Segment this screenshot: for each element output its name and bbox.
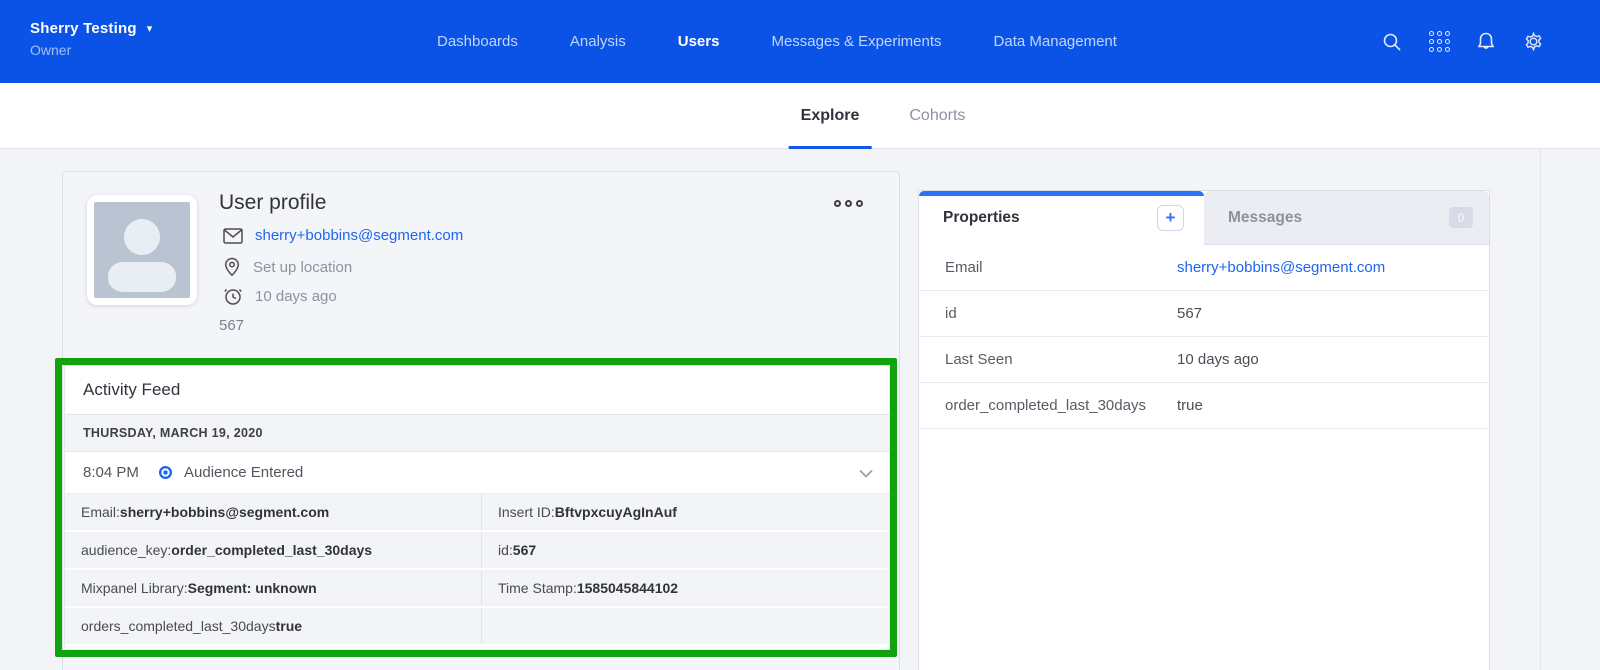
profile-last-seen-text: 10 days ago (255, 288, 337, 305)
nav-item-messages-experiments[interactable]: Messages & Experiments (771, 33, 941, 50)
profile-title: User profile (219, 191, 326, 215)
event-detail-cell (482, 608, 889, 644)
property-value: 10 days ago (1177, 351, 1259, 368)
detail-value: true (276, 618, 302, 634)
detail-label: Insert ID: (498, 504, 555, 520)
project-role: Owner (30, 42, 152, 58)
event-time: 8:04 PM (83, 464, 155, 481)
detail-label: orders_completed_last_30days (81, 618, 276, 634)
nav-icon-group (1381, 0, 1544, 83)
tab-messages-label: Messages (1228, 209, 1302, 227)
event-detail-cell: audience_key: order_completed_last_30day… (65, 532, 482, 568)
project-dropdown-caret-icon: ▾ (147, 23, 153, 35)
profile-email-link[interactable]: sherry+bobbins@segment.com (255, 227, 463, 244)
property-value: true (1177, 397, 1203, 414)
activity-event-row[interactable]: 8:04 PM Audience Entered (65, 452, 889, 494)
properties-tab-group: Properties + Messages 0 (919, 191, 1489, 245)
alarm-clock-icon (223, 286, 243, 306)
subtab-explore[interactable]: Explore (789, 83, 872, 149)
profile-location-row: Set up location (223, 257, 352, 277)
detail-label: Mixpanel Library: (81, 580, 188, 596)
detail-label: audience_key: (81, 542, 171, 558)
more-options-icon[interactable] (834, 200, 863, 207)
add-property-button[interactable]: + (1157, 205, 1184, 231)
content-area: User profile sherry+bobbins@segment.com … (0, 149, 1600, 670)
detail-value: 567 (513, 542, 536, 558)
subtab-label: Explore (801, 107, 860, 125)
event-detail-cell: id: 567 (482, 532, 889, 568)
notifications-icon[interactable] (1475, 31, 1497, 53)
property-key: Last Seen (945, 351, 1177, 368)
settings-icon[interactable] (1522, 31, 1544, 53)
event-name: Audience Entered (184, 464, 303, 481)
detail-value: 1585045844102 (577, 580, 678, 596)
detail-label: Time Stamp: (498, 580, 577, 596)
nav-item-dashboards[interactable]: Dashboards (437, 33, 518, 50)
detail-value: sherry+bobbins@segment.com (120, 504, 329, 520)
detail-label: id: (498, 542, 513, 558)
event-detail-cell: orders_completed_last_30daystrue (65, 608, 482, 644)
property-key: Email (945, 259, 1177, 276)
detail-value: order_completed_last_30days (171, 542, 372, 558)
page-tab-strip: Explore Cohorts (0, 83, 1600, 149)
messages-count-badge: 0 (1449, 207, 1473, 228)
detail-value: BftvpxcuyAgInAuf (555, 504, 677, 520)
event-detail-row: audience_key: order_completed_last_30day… (65, 532, 889, 568)
property-row: Emailsherry+bobbins@segment.com (919, 245, 1489, 291)
property-key: order_completed_last_30days (945, 397, 1177, 414)
property-value[interactable]: sherry+bobbins@segment.com (1177, 259, 1385, 276)
nav-item-users[interactable]: Users (678, 33, 720, 50)
event-dot-icon (159, 466, 172, 479)
event-detail-cell: Insert ID: BftvpxcuyAgInAuf (482, 494, 889, 530)
subtab-group: Explore Cohorts (789, 83, 978, 149)
subtab-cohorts[interactable]: Cohorts (897, 83, 977, 149)
search-icon[interactable] (1381, 31, 1403, 53)
envelope-icon (223, 228, 243, 244)
property-key: id (945, 305, 1177, 322)
location-pin-icon (223, 257, 241, 277)
avatar-placeholder-image (94, 202, 190, 298)
profile-last-seen-row: 10 days ago (223, 286, 337, 306)
nav-item-data-management[interactable]: Data Management (994, 33, 1117, 50)
apps-grid-icon[interactable] (1428, 31, 1450, 53)
profile-email-row: sherry+bobbins@segment.com (223, 227, 463, 244)
event-details-grid: Email: sherry+bobbins@segment.comInsert … (65, 494, 889, 644)
event-detail-cell: Time Stamp: 1585045844102 (482, 570, 889, 606)
detail-value: Segment: unknown (188, 580, 317, 596)
subtab-label: Cohorts (909, 107, 965, 125)
avatar (87, 195, 197, 305)
top-nav-bar: Sherry Testing ▾ Owner Dashboards Analysis… (0, 0, 1600, 83)
project-name: Sherry Testing (30, 20, 137, 37)
tab-properties-label: Properties (943, 209, 1020, 227)
detail-label: Email: (81, 504, 120, 520)
profile-location-text[interactable]: Set up location (253, 259, 352, 276)
profile-id: 567 (219, 317, 244, 334)
property-row: id567 (919, 291, 1489, 337)
properties-table: Emailsherry+bobbins@segment.comid567Last… (919, 245, 1489, 429)
event-detail-cell: Email: sherry+bobbins@segment.com (65, 494, 482, 530)
property-row: Last Seen10 days ago (919, 337, 1489, 383)
activity-feed-title: Activity Feed (65, 366, 889, 415)
event-detail-row: Email: sherry+bobbins@segment.comInsert … (65, 494, 889, 530)
event-detail-row: Mixpanel Library: Segment: unknownTime S… (65, 570, 889, 606)
app-root: Sherry Testing ▾ Owner Dashboards Analysis… (0, 0, 1600, 670)
activity-feed-card: Activity Feed THURSDAY, MARCH 19, 2020 8… (64, 365, 890, 650)
project-switcher[interactable]: Sherry Testing ▾ Owner (30, 20, 152, 58)
event-detail-row: orders_completed_last_30daystrue (65, 608, 889, 644)
content-divider (1540, 149, 1541, 670)
tab-properties[interactable]: Properties + (919, 191, 1204, 245)
chevron-down-icon[interactable] (859, 465, 873, 483)
property-row: order_completed_last_30daystrue (919, 383, 1489, 429)
event-detail-cell: Mixpanel Library: Segment: unknown (65, 570, 482, 606)
properties-panel: Properties + Messages 0 Emailsherry+bobb… (918, 190, 1490, 670)
property-value: 567 (1177, 305, 1202, 322)
activity-date-header: THURSDAY, MARCH 19, 2020 (65, 415, 889, 452)
primary-nav: Dashboards Analysis Users Messages & Experi… (437, 0, 1117, 83)
tab-messages[interactable]: Messages 0 (1204, 191, 1489, 245)
nav-item-analysis[interactable]: Analysis (570, 33, 626, 50)
